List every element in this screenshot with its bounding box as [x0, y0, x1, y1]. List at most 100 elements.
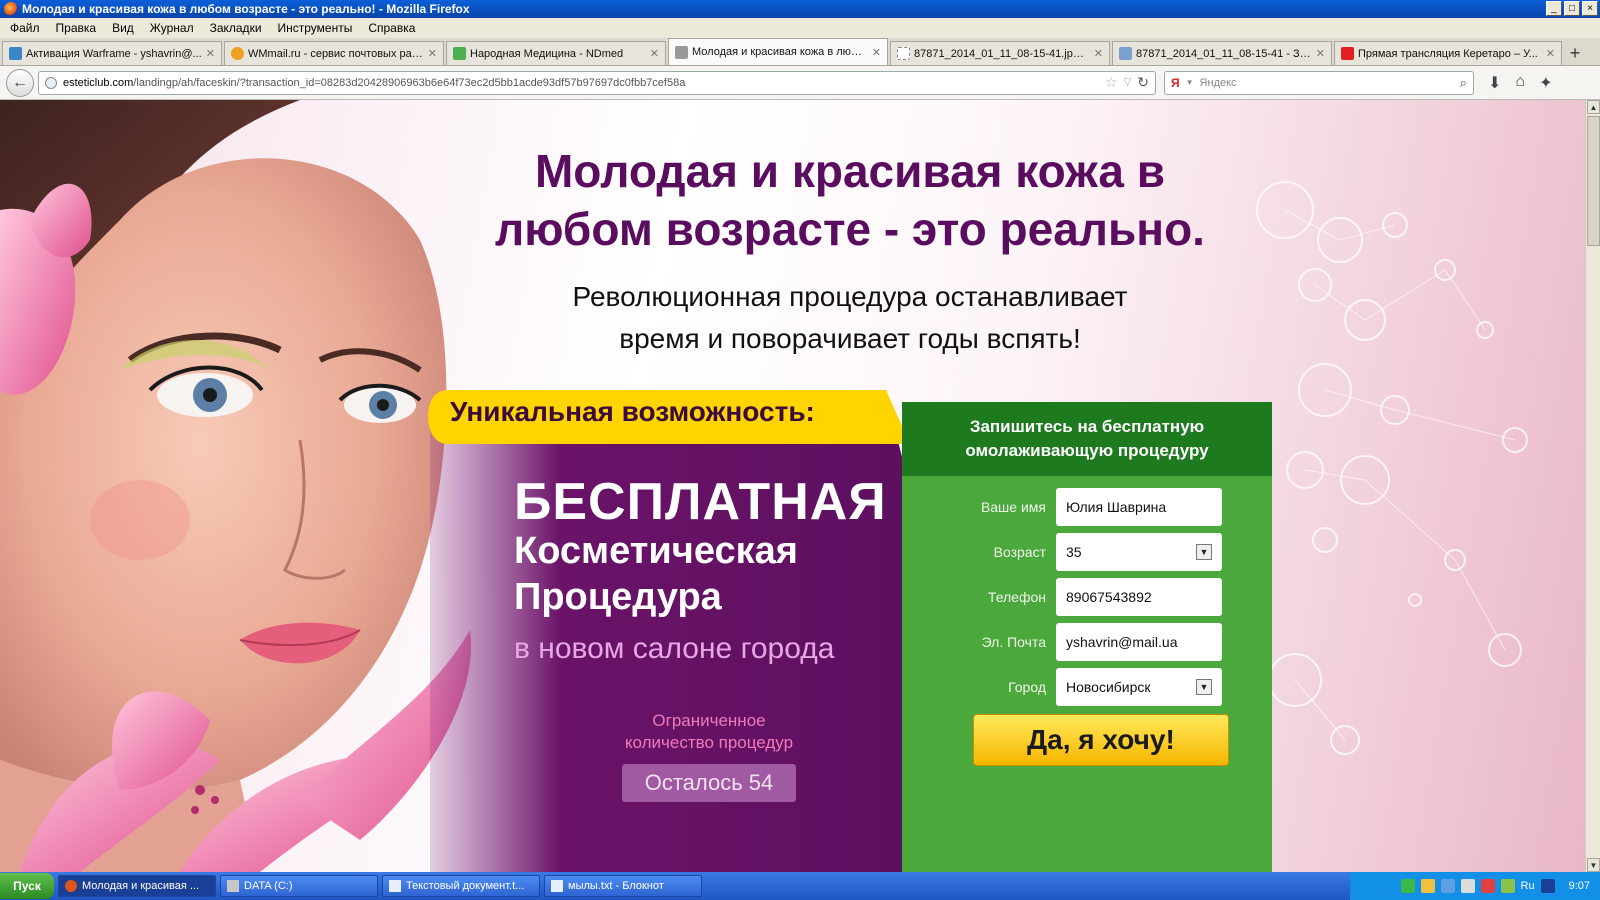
address-path: /landingp/ah/faceskin/?transaction_id=08…	[133, 76, 686, 89]
tray-app-icon[interactable]	[1480, 879, 1495, 893]
tray-app-icon[interactable]	[1420, 879, 1435, 893]
toolbar-icons: ⬇ ⌂ ✦	[1488, 73, 1552, 93]
language-indicator[interactable]: Ru	[1521, 880, 1535, 892]
unique-opportunity-label: Уникальная возможность:	[450, 396, 815, 427]
city-select[interactable]: Новосибирск ▼	[1056, 668, 1222, 706]
taskbar-item-text-doc[interactable]: Текстовый документ.t...	[382, 875, 540, 897]
form-header-line2: омолаживающую процедуру	[965, 441, 1209, 460]
tray-shield-icon[interactable]	[1400, 879, 1415, 893]
dropdown-arrow-icon[interactable]: ▽	[1124, 77, 1132, 88]
submit-button[interactable]: Да, я хочу!	[973, 714, 1229, 766]
tab-close-icon[interactable]: ✕	[206, 47, 215, 60]
tab-live-stream[interactable]: Прямая трансляция Керетаро – У... ✕	[1334, 41, 1562, 65]
menu-file[interactable]: Файл	[2, 21, 48, 35]
system-tray: Ru 9:07	[1350, 872, 1600, 900]
form-row-name: Ваше имя Юлия Шаврина	[902, 488, 1272, 526]
task-label: Молодая и красивая ...	[82, 880, 200, 892]
navigation-bar: ← esteticlub.com/landingp/ah/faceskin/?t…	[0, 66, 1600, 100]
name-field[interactable]: Юлия Шаврина	[1056, 488, 1222, 526]
page-scrollbar[interactable]: ▲ ▼	[1585, 100, 1600, 872]
molecule-decoration	[1256, 181, 1528, 755]
task-label: Текстовый документ.t...	[406, 880, 525, 892]
tab-favicon-icon	[1341, 47, 1354, 60]
chevron-down-icon[interactable]: ▼	[1196, 679, 1212, 695]
taskbar-item-notepad[interactable]: мылы.txt - Блокнот	[544, 875, 702, 897]
minimize-button[interactable]: _	[1546, 1, 1562, 16]
address-host: esteticlub.com	[63, 76, 134, 89]
taskbar-item-explorer[interactable]: DATA (C:)	[220, 875, 378, 897]
tab-ndmed[interactable]: Народная Медицина - NDmed ✕	[446, 41, 666, 65]
free-label: БЕСПЛАТНАЯ	[514, 473, 887, 531]
search-dropdown-icon[interactable]: ▼	[1186, 78, 1194, 87]
tab-jpg-image[interactable]: 87871_2014_01_11_08-15-41.jpg (... ✕	[890, 41, 1110, 65]
tab-label: 87871_2014_01_11_08-15-41 - За...	[1136, 47, 1312, 60]
window-title: Молодая и красивая кожа в любом возрасте…	[22, 2, 470, 16]
chevron-down-icon[interactable]: ▼	[1196, 544, 1212, 560]
subhead-line1: Революционная процедура останавливает	[572, 281, 1128, 312]
tray-app-icon[interactable]	[1460, 879, 1475, 893]
tab-close-icon[interactable]: ✕	[1316, 47, 1325, 60]
tab-upload[interactable]: 87871_2014_01_11_08-15-41 - За... ✕	[1112, 41, 1332, 65]
tab-label: Прямая трансляция Керетаро – У...	[1358, 47, 1538, 60]
clock[interactable]: 9:07	[1569, 880, 1590, 892]
notepad-icon	[551, 880, 563, 892]
tab-label: Активация Warframe - yshavrin@...	[26, 47, 202, 60]
menu-edit[interactable]: Правка	[48, 21, 105, 35]
tab-close-icon[interactable]: ✕	[1094, 47, 1103, 60]
tab-close-icon[interactable]: ✕	[872, 46, 881, 59]
phone-field[interactable]: 89067543892	[1056, 578, 1222, 616]
salon-text: в новом салоне города	[514, 632, 835, 665]
home-icon[interactable]: ⌂	[1515, 73, 1525, 93]
yandex-logo-icon[interactable]: Я	[1171, 76, 1180, 90]
menu-view[interactable]: Вид	[104, 21, 142, 35]
procedure-line1: Косметическая	[514, 530, 798, 572]
email-field[interactable]: yshavrin@mail.ua	[1056, 623, 1222, 661]
address-url: esteticlub.com/landingp/ah/faceskin/?tra…	[63, 77, 1099, 89]
firefox-icon	[65, 880, 77, 892]
address-bar[interactable]: esteticlub.com/landingp/ah/faceskin/?tra…	[38, 70, 1156, 95]
menu-bookmarks[interactable]: Закладки	[202, 21, 270, 35]
form-row-age: Возраст 35 ▼	[902, 533, 1272, 571]
task-label: мылы.txt - Блокнот	[568, 880, 664, 892]
tray-network-icon[interactable]	[1500, 879, 1515, 893]
start-button[interactable]: Пуск	[0, 873, 54, 899]
scrollbar-thumb[interactable]	[1587, 116, 1600, 246]
tab-close-icon[interactable]: ✕	[428, 47, 437, 60]
reload-icon[interactable]: ↻	[1137, 74, 1149, 91]
back-button[interactable]: ←	[6, 68, 34, 97]
taskbar-item-firefox[interactable]: Молодая и красивая ...	[58, 875, 216, 897]
addons-icon[interactable]: ✦	[1539, 73, 1552, 93]
search-bar[interactable]: Я ▼ Яндекс ⌕	[1164, 70, 1474, 95]
city-value: Новосибирск	[1066, 679, 1151, 695]
tab-favicon-icon	[231, 47, 244, 60]
web-page: Молодая и красивая кожа в любом возрасте…	[0, 100, 1585, 872]
menu-history[interactable]: Журнал	[142, 21, 202, 35]
age-value: 35	[1066, 544, 1082, 560]
site-identity-icon[interactable]	[45, 76, 57, 89]
menu-bar: Файл Правка Вид Журнал Закладки Инструме…	[0, 18, 1600, 38]
scroll-down-icon[interactable]: ▼	[1587, 858, 1600, 872]
tab-current-page[interactable]: Молодая и красивая кожа в любо... ✕	[668, 38, 888, 65]
tab-bar: Активация Warframe - yshavrin@... ✕ WMma…	[0, 38, 1600, 66]
menu-tools[interactable]: Инструменты	[270, 21, 361, 35]
firefox-icon	[4, 2, 18, 16]
tray-media-icon[interactable]	[1540, 879, 1555, 893]
age-select[interactable]: 35 ▼	[1056, 533, 1222, 571]
email-value: yshavrin@mail.ua	[1066, 634, 1178, 650]
menu-help[interactable]: Справка	[360, 21, 423, 35]
search-icon[interactable]: ⌕	[1460, 75, 1467, 91]
bookmark-star-icon[interactable]: ☆	[1105, 74, 1118, 91]
new-tab-button[interactable]: +	[1564, 41, 1586, 65]
tab-close-icon[interactable]: ✕	[650, 47, 659, 60]
tab-warframe[interactable]: Активация Warframe - yshavrin@... ✕	[2, 41, 222, 65]
tab-label: 87871_2014_01_11_08-15-41.jpg (...	[914, 47, 1090, 60]
tab-wmmail[interactable]: WMmail.ru - сервис почтовых расс... ✕	[224, 41, 444, 65]
tab-close-icon[interactable]: ✕	[1546, 47, 1555, 60]
downloads-icon[interactable]: ⬇	[1488, 73, 1501, 93]
tab-label: Народная Медицина - NDmed	[470, 47, 624, 60]
tray-app-icon[interactable]	[1440, 879, 1455, 893]
form-row-email: Эл. Почта yshavrin@mail.ua	[902, 623, 1272, 661]
close-button[interactable]: ×	[1582, 1, 1598, 16]
scroll-up-icon[interactable]: ▲	[1587, 100, 1600, 114]
maximize-button[interactable]: □	[1564, 1, 1580, 16]
